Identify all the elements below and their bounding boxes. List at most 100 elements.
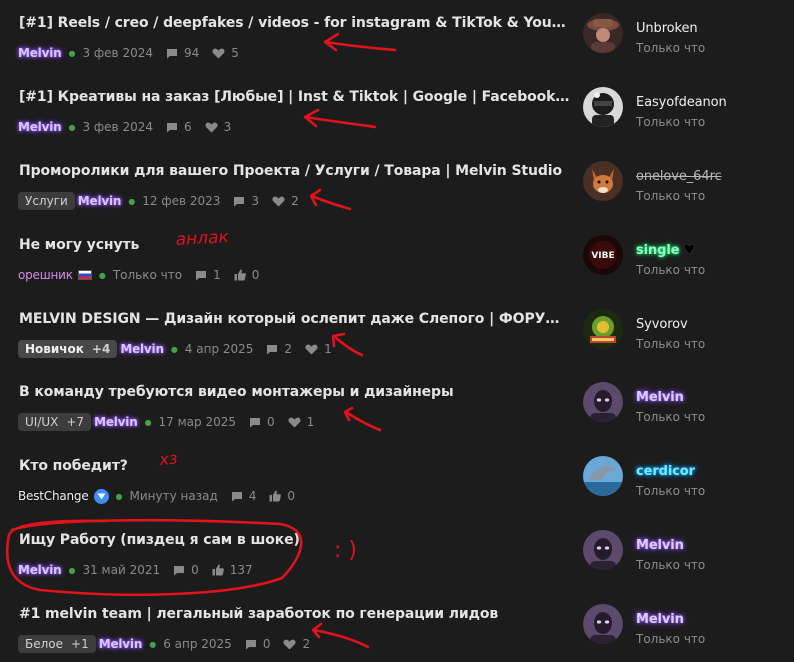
dolphin-avatar[interactable]: [583, 456, 623, 496]
last-post-time[interactable]: Только что: [636, 410, 705, 424]
thread-date[interactable]: 12 фев 2023: [142, 194, 220, 208]
last-poster-label: Melvin: [636, 612, 684, 627]
masked-avatar[interactable]: [583, 530, 623, 570]
comment-icon: [249, 417, 267, 428]
last-post-time[interactable]: Только что: [636, 115, 705, 129]
last-poster-name[interactable]: Unbroken: [636, 21, 698, 36]
replies-stat: 0: [249, 415, 275, 429]
heart-icon: [212, 48, 231, 59]
fox-avatar[interactable]: [583, 161, 623, 201]
last-poster-name[interactable]: cerdicor: [636, 464, 695, 479]
last-poster-name[interactable]: Easyofdeanon: [636, 95, 727, 110]
replies-stat: 3: [233, 194, 259, 208]
thread-title[interactable]: #1 melvin team | легальный заработок по …: [19, 606, 571, 622]
last-poster-name[interactable]: Melvin: [636, 390, 684, 405]
thread-author[interactable]: Melvin: [18, 120, 62, 134]
last-poster-name[interactable]: Syvorov: [636, 317, 688, 332]
thread-date[interactable]: 31 май 2021: [82, 563, 160, 577]
thread-author[interactable]: BestChange: [18, 489, 89, 503]
thread-author[interactable]: Melvin: [18, 46, 62, 60]
thread-row[interactable]: Не могу уснуть орешник ● Только что 1 0 VIBE si…: [0, 226, 794, 300]
thread-author[interactable]: Melvin: [18, 563, 62, 577]
reactions-stat: 2: [272, 194, 299, 208]
reactions-stat: 3: [205, 120, 232, 134]
last-poster-label: Syvorov: [636, 317, 688, 332]
thread-row[interactable]: [#1] Reels / creo / deepfakes / videos -…: [0, 4, 794, 78]
thread-row[interactable]: #1 melvin team | легальный заработок по …: [0, 595, 794, 662]
tag-extra-count: +7: [66, 415, 85, 429]
reaction-count: 3: [223, 120, 232, 134]
last-post-time[interactable]: Только что: [636, 263, 705, 277]
helmet-avatar[interactable]: [583, 87, 623, 127]
reply-count: 0: [267, 415, 275, 429]
thread-row[interactable]: Кто победит? BestChange ● Минуту назад 4 0 cer…: [0, 447, 794, 521]
replies-stat: 0: [173, 563, 199, 577]
hat-person-avatar[interactable]: [583, 13, 623, 53]
thread-title[interactable]: Проморолики для вашего Проекта / Услуги …: [19, 163, 571, 179]
reactions-stat: 5: [212, 46, 239, 60]
verified-badge-icon: [93, 488, 109, 504]
thread-author[interactable]: Melvin: [94, 415, 138, 429]
tag-label: UI/UX: [25, 415, 59, 429]
last-poster-label: Melvin: [636, 390, 684, 405]
thread-date[interactable]: 3 фев 2024: [82, 46, 153, 60]
last-poster-name[interactable]: Melvin: [636, 612, 684, 627]
comment-icon: [245, 639, 263, 650]
thread-title[interactable]: [#1] Reels / creo / deepfakes / videos -…: [19, 15, 571, 31]
thread-row[interactable]: Проморолики для вашего Проекта / Услуги …: [0, 152, 794, 226]
reaction-count: 137: [229, 563, 253, 577]
thread-meta: BestChange ● Минуту назад 4 0: [18, 487, 295, 505]
thumb-icon: [234, 269, 252, 281]
thread-row[interactable]: Ищу Работу (пиздец я сам в шоке) Melvin ● 3…: [0, 521, 794, 595]
thread-meta: Melvin ● 3 фев 2024 6 3: [18, 118, 231, 136]
thread-meta: Melvin ● 3 фев 2024 94 5: [18, 44, 239, 62]
thread-row[interactable]: MELVIN DESIGN — Дизайн который ослепит д…: [0, 300, 794, 374]
thread-date[interactable]: 3 фев 2024: [82, 120, 153, 134]
thread-date[interactable]: 4 апр 2025: [185, 342, 254, 356]
reply-count: 6: [184, 120, 192, 134]
thread-tag[interactable]: UI/UX +7: [18, 413, 92, 431]
thread-title[interactable]: Не могу уснуть: [19, 237, 571, 253]
thread-date[interactable]: 17 мар 2025: [159, 415, 236, 429]
thread-title[interactable]: В команду требуются видео монтажеры и ди…: [19, 384, 571, 400]
thread-author[interactable]: Melvin: [78, 194, 122, 208]
last-post-time[interactable]: Только что: [636, 189, 705, 203]
thread-author[interactable]: орешник: [18, 268, 73, 282]
masked-avatar[interactable]: [583, 604, 623, 644]
last-post-time[interactable]: Только что: [636, 41, 705, 55]
green-logo-avatar[interactable]: [583, 309, 623, 349]
last-poster-name[interactable]: onelove_64rc: [636, 169, 722, 184]
thread-date[interactable]: 6 апр 2025: [163, 637, 232, 651]
tag-label: Белое: [25, 637, 64, 651]
vibe-avatar[interactable]: VIBE: [583, 235, 623, 275]
last-poster-name[interactable]: single ♥: [636, 243, 695, 258]
thread-row[interactable]: В команду требуются видео монтажеры и ди…: [0, 373, 794, 447]
tag-label: Услуги: [25, 194, 68, 208]
thread-tag[interactable]: Услуги: [18, 192, 75, 210]
last-post-time[interactable]: Только что: [636, 484, 705, 498]
thumb-icon: [269, 490, 287, 502]
replies-stat: 4: [231, 489, 256, 503]
thread-title[interactable]: [#1] Креативы на заказ [Любые] | Inst & …: [19, 89, 571, 105]
thread-date[interactable]: Только что: [113, 268, 182, 282]
last-post-time[interactable]: Только что: [636, 337, 705, 351]
thread-tag[interactable]: Белое +1: [18, 635, 96, 653]
heart-icon: [288, 417, 307, 428]
last-poster-name[interactable]: Melvin: [636, 538, 684, 553]
reply-count: 3: [251, 194, 260, 208]
thread-title[interactable]: MELVIN DESIGN — Дизайн который ослепит д…: [19, 311, 571, 327]
thread-meta: орешник ● Только что 1 0: [18, 266, 259, 284]
last-post-time[interactable]: Только что: [636, 632, 705, 646]
thread-title[interactable]: Ищу Работу (пиздец я сам в шоке): [19, 532, 571, 548]
thread-meta: Белое +1 Melvin ● 6 апр 2025 0 2: [18, 635, 310, 653]
thread-date[interactable]: Минуту назад: [130, 489, 218, 503]
masked-avatar[interactable]: [583, 382, 623, 422]
thread-author[interactable]: Melvin: [120, 342, 164, 356]
thread-author[interactable]: Melvin: [99, 637, 143, 651]
last-post-time[interactable]: Только что: [636, 558, 705, 572]
thread-tag[interactable]: Новичок +4: [18, 340, 118, 358]
thread-title[interactable]: Кто победит?: [19, 458, 571, 474]
heart-icon: [205, 122, 224, 133]
thread-row[interactable]: [#1] Креативы на заказ [Любые] | Inst & …: [0, 78, 794, 152]
comment-icon: [231, 491, 249, 502]
